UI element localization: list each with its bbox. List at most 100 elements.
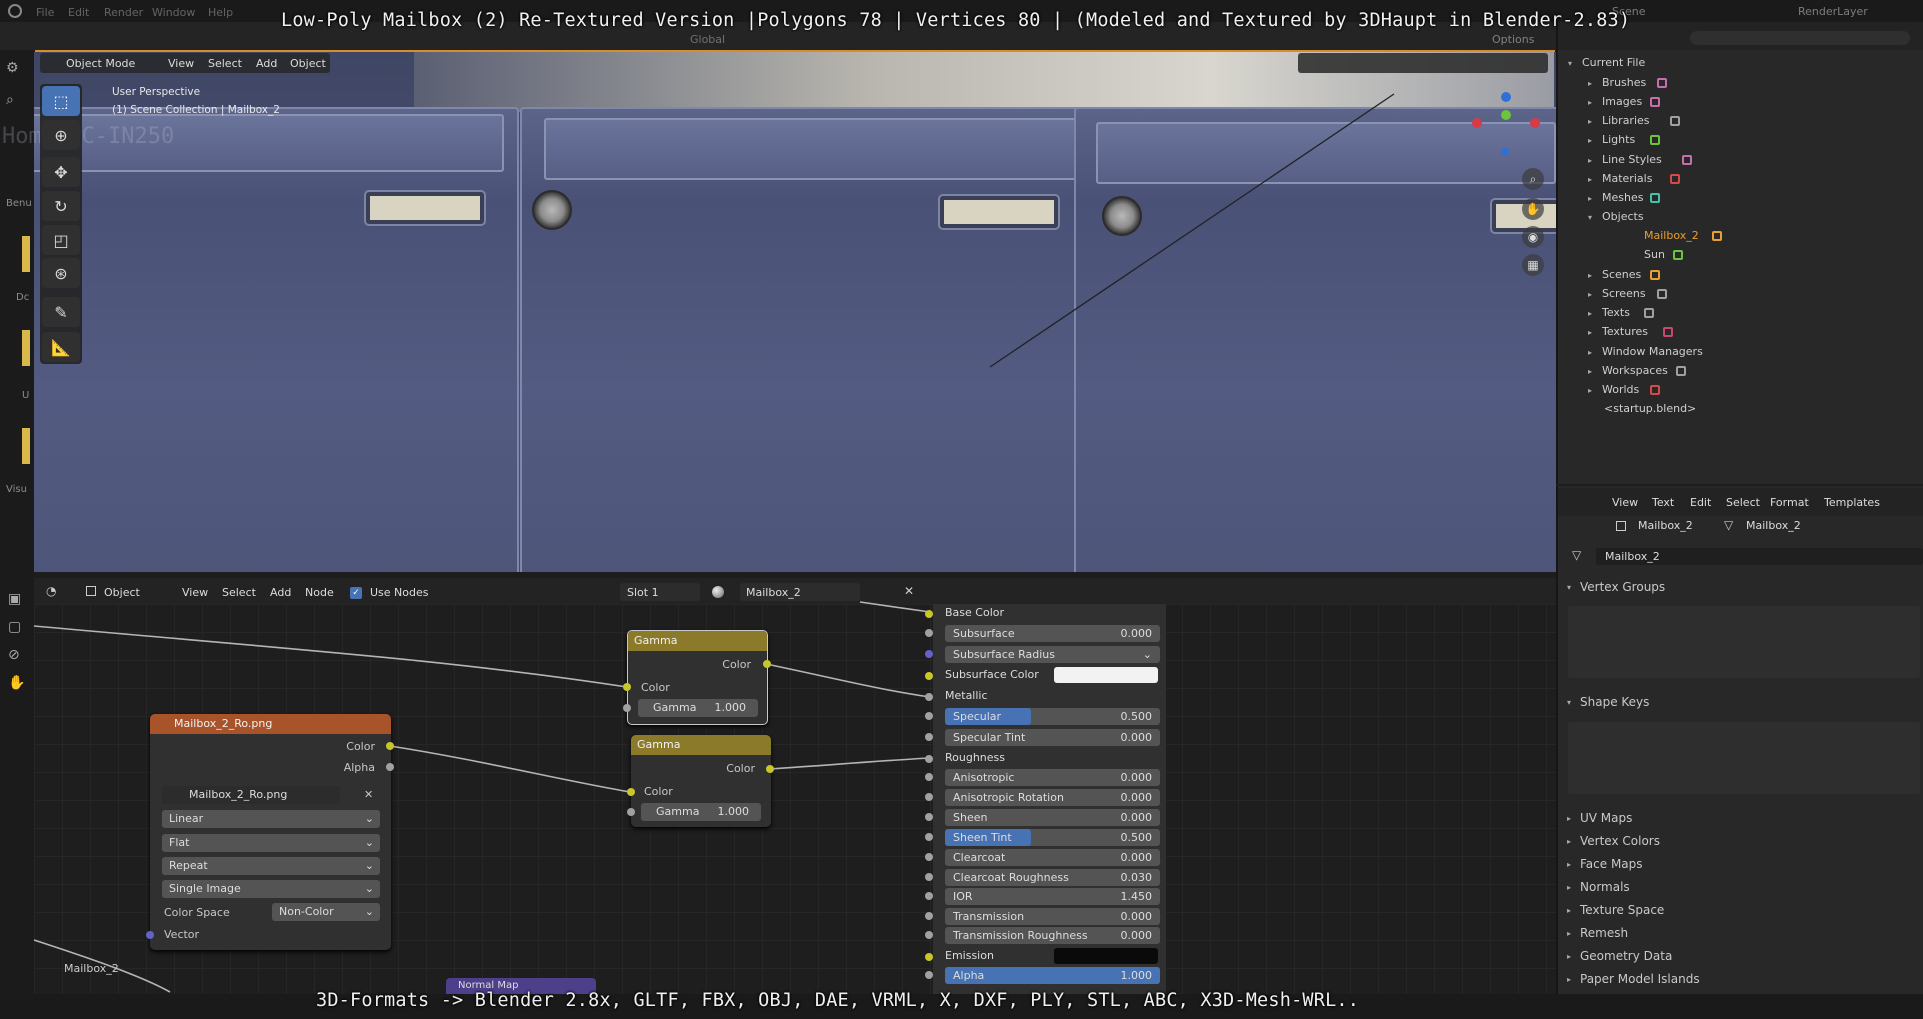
outliner-item-textures[interactable]: Textures (1602, 325, 1648, 338)
outliner-item-scenes[interactable]: Scenes (1602, 268, 1641, 281)
outliner-expand-window-managers-icon[interactable]: ▸ (1588, 348, 1592, 357)
gamma-node-1-output-socket[interactable] (763, 660, 771, 668)
interpolation-dropdown[interactable]: Linear ⌄ (162, 810, 380, 828)
specular-field[interactable]: Specular 0.500 (945, 708, 1160, 725)
properties-menu-templates[interactable]: Templates (1824, 496, 1880, 509)
panel-uv-maps[interactable]: UV Maps (1580, 811, 1632, 825)
transmission-field[interactable]: Transmission 0.000 (945, 908, 1160, 925)
bsdf-input-socket[interactable] (925, 931, 933, 939)
outliner-item-objects[interactable]: Objects (1602, 210, 1644, 223)
outliner-expand-workspaces-icon[interactable]: ▸ (1588, 367, 1592, 376)
outliner-expand-texts-icon[interactable]: ▸ (1588, 309, 1592, 318)
gamma-node-1-gamma-field[interactable]: Gamma 1.000 (638, 699, 758, 717)
panel-vertex-colors[interactable]: Vertex Colors (1580, 834, 1660, 848)
source-dropdown[interactable]: Single Image ⌄ (162, 880, 380, 898)
clearcoat-field[interactable]: Clearcoat 0.000 (945, 849, 1160, 866)
panel-texture-space[interactable]: Texture Space (1580, 903, 1664, 917)
panel-vertex-groups[interactable]: Vertex Groups (1580, 580, 1665, 594)
outliner-item-meshes[interactable]: Meshes (1602, 191, 1643, 204)
panel-remesh-expand-icon[interactable]: ▸ (1567, 929, 1571, 938)
properties-menu-view[interactable]: View (1612, 496, 1638, 509)
clearcoat-roughness-field[interactable]: Clearcoat Roughness 0.030 (945, 869, 1160, 886)
properties-menu-text[interactable]: Text (1652, 496, 1674, 509)
panel-face-maps[interactable]: Face Maps (1580, 857, 1643, 871)
panel-paper-model-islands[interactable]: Paper Model Islands (1580, 972, 1700, 986)
bsdf-input-socket[interactable] (925, 793, 933, 801)
panel-normals-expand-icon[interactable]: ▸ (1567, 883, 1571, 892)
projection-dropdown[interactable]: Flat ⌄ (162, 834, 380, 852)
properties-menu-select[interactable]: Select (1726, 496, 1760, 509)
image-texture-node[interactable]: Mailbox_2_Ro.png Color Alpha Mailbox_2_R… (150, 714, 391, 950)
bsdf-input-socket[interactable] (925, 610, 933, 618)
panel-uv-maps-expand-icon[interactable]: ▸ (1567, 814, 1571, 823)
panel-normals[interactable]: Normals (1580, 880, 1630, 894)
properties-menu-edit[interactable]: Edit (1690, 496, 1711, 509)
vertex-groups-list[interactable] (1568, 606, 1920, 678)
gamma-node-2-gamma-socket[interactable] (627, 808, 635, 816)
outliner-root-expand-icon[interactable]: ▾ (1568, 59, 1572, 68)
outliner-expand-textures-icon[interactable]: ▸ (1588, 328, 1592, 337)
subsurface-field[interactable]: Subsurface 0.000 (945, 625, 1160, 642)
gamma-node-1-input-socket[interactable] (623, 683, 631, 691)
properties-menu-format[interactable]: Format (1770, 496, 1809, 509)
object-tab-icon[interactable] (1616, 521, 1626, 531)
panel-face-maps-expand-icon[interactable]: ▸ (1567, 860, 1571, 869)
outliner-root[interactable]: Current File (1582, 56, 1645, 69)
outliner-expand-libraries-icon[interactable]: ▸ (1588, 117, 1592, 126)
image-close-icon[interactable]: ✕ (364, 788, 373, 801)
outliner-expand-scenes-icon[interactable]: ▸ (1588, 271, 1592, 280)
color-space-dropdown[interactable]: Non-Color ⌄ (272, 903, 380, 921)
image-alpha-output-socket[interactable] (386, 763, 394, 771)
image-color-output-socket[interactable] (386, 742, 394, 750)
subsurface-color-swatch[interactable] (1054, 667, 1158, 683)
bsdf-input-socket[interactable] (925, 813, 933, 821)
outliner-expand-images-icon[interactable]: ▸ (1588, 98, 1592, 107)
outliner-item-libraries[interactable]: Libraries (1602, 114, 1650, 127)
render-layer-name[interactable]: RenderLayer (1798, 5, 1868, 18)
gamma-node-2-input-socket[interactable] (627, 788, 635, 796)
gamma-node-1-gamma-socket[interactable] (623, 704, 631, 712)
outliner-search-field[interactable] (1690, 31, 1910, 45)
outliner-item-workspaces[interactable]: Workspaces (1602, 364, 1668, 377)
outliner-expand-screens-icon[interactable]: ▸ (1588, 290, 1592, 299)
outliner-item-brushes[interactable]: Brushes (1602, 76, 1646, 89)
image-datablock-field[interactable]: Mailbox_2_Ro.png (162, 786, 340, 804)
bsdf-input-socket[interactable] (925, 773, 933, 781)
alpha-field[interactable]: Alpha 1.000 (945, 967, 1160, 984)
sheen-field[interactable]: Sheen 0.000 (945, 809, 1160, 826)
panel-geometry-data[interactable]: Geometry Data (1580, 949, 1672, 963)
outliner-item-mailbox-2[interactable]: Mailbox_2 (1644, 229, 1699, 242)
bsdf-input-socket[interactable] (925, 912, 933, 920)
datablock-name[interactable]: Mailbox_2 (1605, 550, 1660, 563)
outliner-expand-objects-icon[interactable]: ▾ (1588, 213, 1592, 222)
panel-texture-space-expand-icon[interactable]: ▸ (1567, 906, 1571, 915)
image-vector-input-socket[interactable] (146, 931, 154, 939)
bsdf-input-socket[interactable] (925, 953, 933, 961)
bsdf-input-socket[interactable] (925, 733, 933, 741)
gamma-node-1-header[interactable]: Gamma (628, 631, 767, 651)
panel-remesh[interactable]: Remesh (1580, 926, 1628, 940)
subsurface-radius-dropdown[interactable]: Subsurface Radius ⌄ (945, 646, 1160, 663)
panel-vertex-colors-expand-icon[interactable]: ▸ (1567, 837, 1571, 846)
gamma-node-2-output-socket[interactable] (766, 765, 774, 773)
properties-object-name[interactable]: Mailbox_2 (1638, 519, 1693, 532)
panel-paper-model-islands-expand-icon[interactable]: ▸ (1567, 975, 1571, 984)
outliner-item-worlds[interactable]: Worlds (1602, 383, 1639, 396)
gamma-node-2-header[interactable]: Gamma (631, 735, 771, 755)
bsdf-input-socket[interactable] (925, 672, 933, 680)
anisotropic-rotation-field[interactable]: Anisotropic Rotation 0.000 (945, 789, 1160, 806)
sheen-tint-field[interactable]: Sheen Tint 0.500 (945, 829, 1160, 846)
properties-mesh-name[interactable]: Mailbox_2 (1746, 519, 1801, 532)
outliner-expand-meshes-icon[interactable]: ▸ (1588, 194, 1592, 203)
outliner-expand-brushes-icon[interactable]: ▸ (1588, 79, 1592, 88)
outliner-item-startup-blend[interactable]: <startup.blend> (1604, 402, 1696, 415)
emission-color-swatch[interactable] (1054, 948, 1158, 964)
anisotropic-field[interactable]: Anisotropic 0.000 (945, 769, 1160, 786)
panel-geometry-data-expand-icon[interactable]: ▸ (1567, 952, 1571, 961)
outliner-item-texts[interactable]: Texts (1602, 306, 1630, 319)
outliner-expand-worlds-icon[interactable]: ▸ (1588, 386, 1592, 395)
bsdf-input-socket[interactable] (925, 712, 933, 720)
outliner-item-sun[interactable]: Sun (1644, 248, 1665, 261)
extension-dropdown[interactable]: Repeat ⌄ (162, 857, 380, 875)
bsdf-input-socket[interactable] (925, 971, 933, 979)
